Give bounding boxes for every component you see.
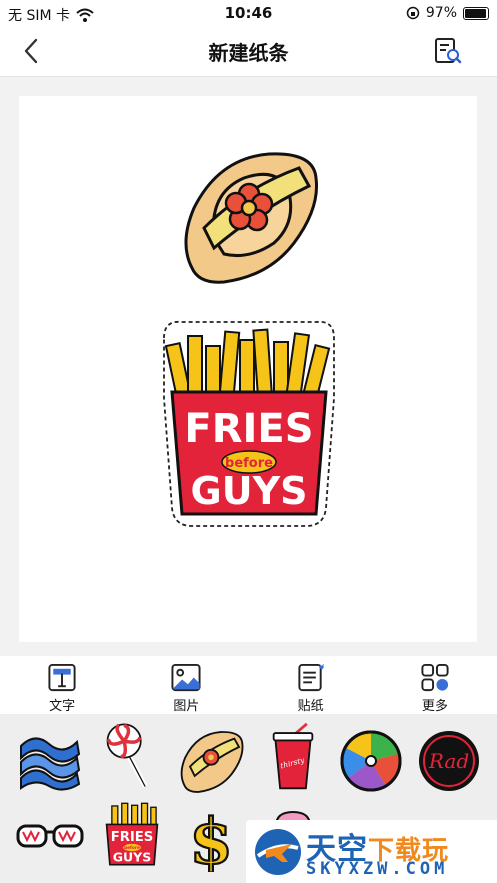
navigation-bar: 新建纸条 — [0, 26, 497, 77]
fries-word-guys: GUYS — [191, 469, 308, 513]
sticker-icon — [298, 663, 324, 692]
sticker-lollipop[interactable] — [97, 720, 167, 790]
sticker-sunglasses[interactable] — [15, 804, 85, 874]
grid-fries-word-fries: FRIES — [111, 830, 154, 845]
image-icon — [171, 663, 201, 692]
watermark-url: SKYXZW.COM — [306, 859, 449, 879]
sticker-waves[interactable] — [15, 724, 85, 794]
orientation-lock-icon — [406, 6, 420, 20]
sticker-beach-ball[interactable] — [336, 726, 406, 796]
editor-toolbar: 文字 图片 贴纸 更多 — [0, 656, 497, 714]
toolbar-label: 文字 — [49, 699, 76, 714]
toolbar-more-button[interactable]: 更多 — [373, 656, 497, 714]
toolbar-label: 图片 — [173, 699, 200, 714]
plane-globe-logo-icon — [255, 829, 301, 875]
sticker-rad-badge[interactable]: Rad — [414, 726, 484, 796]
rad-text: Rad — [428, 749, 469, 773]
toolbar-sticker-button[interactable]: 贴纸 — [249, 656, 373, 714]
fries-word-fries: FRIES — [184, 406, 313, 452]
preview-button[interactable] — [433, 36, 463, 66]
sticker-soda-cup[interactable]: thirsty — [258, 722, 328, 792]
status-right: 97% — [406, 5, 489, 21]
status-bar: 无 SIM 卡 10:46 97% — [0, 0, 497, 26]
page-title: 新建纸条 — [208, 41, 289, 65]
battery-fill — [465, 8, 487, 18]
sticker-sun-hat[interactable] — [176, 726, 246, 796]
grid-fries-word-guys: GUYS — [113, 849, 152, 864]
dollar-text: $ — [189, 804, 233, 872]
toolbar-label: 更多 — [421, 699, 448, 714]
sun-hat-sticker[interactable] — [174, 148, 324, 284]
battery-icon — [463, 6, 489, 20]
watermark-banner: 天空下载玩 SKYXZW.COM — [246, 820, 497, 883]
toolbar-image-button[interactable]: 图片 — [124, 656, 248, 714]
toolbar-label: 贴纸 — [297, 699, 324, 714]
more-grid-icon — [421, 663, 449, 692]
sticker-dollar-sign[interactable]: $ — [178, 802, 248, 872]
document-search-icon — [435, 38, 462, 64]
text-icon — [48, 663, 76, 692]
toolbar-text-button[interactable]: 文字 — [0, 656, 124, 714]
battery-percent: 97% — [425, 5, 457, 21]
sticker-fries-before-guys[interactable]: FRIES before GUYS — [97, 800, 167, 870]
note-canvas[interactable]: FRIES before GUYS — [19, 96, 477, 642]
fries-before-guys-sticker[interactable]: FRIES before GUYS — [158, 318, 340, 530]
